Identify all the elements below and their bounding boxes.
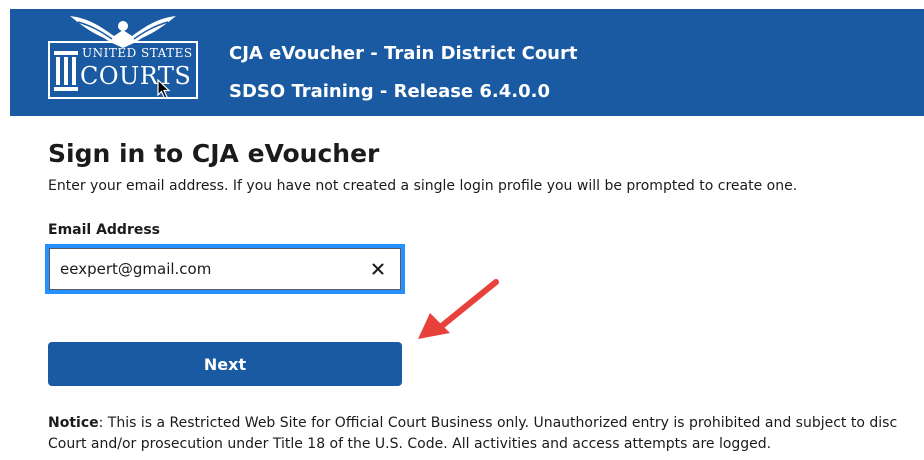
notice-line-2: Court and/or prosecution under Title 18 … bbox=[48, 436, 772, 452]
notice-text: Notice: This is a Restricted Web Site fo… bbox=[48, 413, 924, 455]
intro-text: Enter your email address. If you have no… bbox=[48, 178, 798, 194]
close-icon bbox=[372, 263, 383, 275]
logo-text-bottom: COURTS bbox=[80, 62, 192, 90]
logo-frame: UNITED STATES COURTS bbox=[48, 41, 198, 99]
page-title: Sign in to CJA eVoucher bbox=[48, 139, 380, 168]
pillars-icon bbox=[54, 51, 78, 91]
app-title: CJA eVoucher - Train District Court bbox=[229, 43, 578, 64]
notice-line-1: Notice: This is a Restricted Web Site fo… bbox=[48, 413, 924, 434]
email-input[interactable] bbox=[49, 248, 355, 290]
top-margin bbox=[0, 0, 924, 9]
next-button[interactable]: Next bbox=[48, 342, 402, 386]
site-header: UNITED STATES COURTS CJA eVoucher - Trai… bbox=[10, 9, 924, 116]
notice-label: Notice bbox=[48, 415, 99, 431]
clear-email-button[interactable] bbox=[355, 248, 401, 290]
mouse-cursor-icon bbox=[157, 79, 171, 99]
annotation-arrow-icon bbox=[418, 279, 499, 339]
email-label: Email Address bbox=[48, 222, 161, 238]
notice-line1-text: : This is a Restricted Web Site for Offi… bbox=[98, 415, 898, 431]
logo-text-top: UNITED STATES bbox=[82, 46, 193, 60]
app-subtitle: SDSO Training - Release 6.4.0.0 bbox=[229, 81, 551, 102]
us-courts-logo[interactable]: UNITED STATES COURTS bbox=[48, 14, 198, 104]
email-field-wrapper bbox=[45, 244, 405, 294]
